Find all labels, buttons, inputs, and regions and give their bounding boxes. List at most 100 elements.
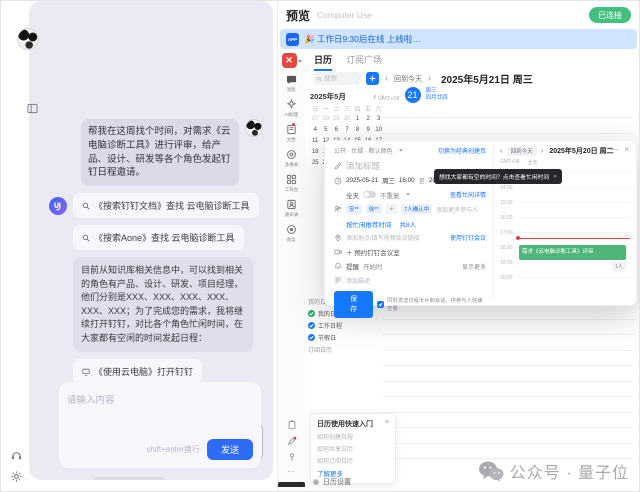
busy-detail-link[interactable]: 查看忙闲详情 <box>450 190 486 199</box>
hour-row[interactable]: 01:00 <box>382 117 635 133</box>
checkbox-checked-icon[interactable] <box>377 301 384 308</box>
sidebar-item-contacts[interactable]: 通讯录 <box>284 199 299 218</box>
add-participant-hint[interactable]: 添加更多参与人 <box>436 205 478 214</box>
clock-icon <box>334 177 342 185</box>
panel-next-day[interactable]: › <box>541 147 544 155</box>
panel-prev-day[interactable]: ‹ <box>500 147 503 155</box>
switch-classic-link[interactable]: 切换为经典创建页 <box>438 146 486 155</box>
sidebar-item-meeting[interactable]: 会议 <box>286 224 297 243</box>
calendar-list-item[interactable]: 工作日程 <box>308 321 378 330</box>
sidebar-item-ai-assistant[interactable]: AI助理 <box>284 99 299 118</box>
calendar-search[interactable] <box>314 72 360 85</box>
chevron-down-icon[interactable] <box>298 60 302 63</box>
today-button[interactable]: 回到今天 <box>394 74 422 84</box>
new-event-button[interactable] <box>366 72 379 85</box>
book-meeting-room[interactable]: ＋ 预约钉钉会议室 <box>346 247 400 257</box>
event-start-time[interactable]: 16:00 <box>399 177 415 184</box>
mini-cal-day[interactable]: 11 <box>310 137 321 146</box>
hour-row[interactable]: 22:00 <box>382 443 635 459</box>
chat-input[interactable] <box>67 395 253 406</box>
close-icon[interactable]: × <box>553 174 556 180</box>
allday-toggle[interactable] <box>363 191 376 198</box>
busy-recommend-link[interactable]: 按忙闲推荐时间 <box>346 219 392 229</box>
event-visibility[interactable]: 公开 · 忙碌 · 默认颜色 <box>334 146 393 155</box>
quickstart-item[interactable]: 如何共享日历 <box>317 444 389 453</box>
mini-cal-day[interactable]: 25 <box>310 159 321 168</box>
action-search-aone[interactable]: 《搜索Aone》查找 云电脑诊断工具 <box>73 225 244 250</box>
mini-cal-day[interactable]: 1 <box>352 115 363 124</box>
hour-row[interactable]: 14:00 <box>382 319 635 335</box>
quickstart-item[interactable]: 如何创建日程 <box>317 432 389 441</box>
participant-chip[interactable]: 安** <box>346 204 362 214</box>
save-button[interactable]: 保存 <box>334 291 373 318</box>
repeat-select[interactable]: 不重复 <box>380 190 400 200</box>
calendar-settings[interactable]: 日历设置 <box>312 477 351 487</box>
mini-cal-day[interactable]: 29 <box>331 115 342 124</box>
more-icon[interactable]: ⋯ <box>288 468 296 476</box>
mini-cal-day[interactable]: 2 <box>363 115 374 124</box>
sidebar-item-workbench[interactable]: 工作台 <box>284 174 299 193</box>
mini-cal-day[interactable]: 27 <box>310 115 321 124</box>
panel-hour-row[interactable]: 14:00 <box>518 187 630 202</box>
action-open-dingtalk[interactable]: 《使用云电脑》打开钉钉 <box>73 359 202 384</box>
sidebar-item-docs[interactable]: 文档 <box>286 124 297 143</box>
hour-row[interactable]: 19:00 <box>382 396 635 412</box>
close-icon[interactable]: × <box>385 419 389 429</box>
prev-day-button[interactable]: ‹ <box>385 74 388 83</box>
event-block[interactable]: 需求《云电脑诊断工具》评审 <box>519 245 626 260</box>
panel-today-button[interactable]: 回到今天 <box>507 146 537 156</box>
mini-cal-day[interactable]: 30 <box>342 115 353 124</box>
calendar-list-item[interactable]: 节假日 <box>308 333 378 342</box>
description-input[interactable]: 添加描述 <box>346 276 370 285</box>
location-input[interactable]: 添加地点/填写视频会议链接 <box>346 233 420 242</box>
mini-cal-prev[interactable]: ‹ <box>374 92 377 101</box>
mini-cal-day[interactable]: 18 <box>310 148 321 157</box>
tab-calendar[interactable]: 日历 <box>314 53 332 71</box>
gear-icon[interactable] <box>10 470 23 488</box>
notification-banner[interactable]: APP 🎉 工作日9:30后在线 上线啦… <box>280 29 637 49</box>
hour-row[interactable]: 16:00 <box>382 350 635 366</box>
hour-row[interactable]: 17:00 <box>382 365 635 381</box>
participant-chip[interactable]: 徐** <box>366 204 382 214</box>
panel-hour-row[interactable]: 15:00 <box>518 202 630 217</box>
hour-row[interactable]: 20:00 <box>382 412 635 428</box>
subscribe-calendars-label[interactable]: 订阅日历 <box>308 345 378 354</box>
mini-cal-day[interactable]: 9 <box>363 126 374 135</box>
dingtalk-logo[interactable]: ✕ <box>282 53 297 68</box>
headset-icon[interactable] <box>10 449 23 467</box>
mini-cal-day[interactable]: 7 <box>342 126 353 135</box>
edit-icon[interactable] <box>287 436 297 446</box>
send-button[interactable]: 发送 <box>207 439 253 460</box>
clipboard-icon[interactable] <box>287 420 297 430</box>
mini-cal-day[interactable]: 5 <box>321 126 332 135</box>
app-avatar[interactable] <box>17 28 39 50</box>
hour-row[interactable]: 15:00 <box>382 334 635 350</box>
action-search-docs[interactable]: 《搜索钉钉文档》查找 云电脑诊断工具 <box>73 193 259 218</box>
tab-subscribe-plaza[interactable]: 订阅广场 <box>346 53 382 71</box>
mini-cal-day[interactable]: 6 <box>331 126 342 135</box>
event-start-date[interactable]: 2025-05-21 <box>346 177 378 184</box>
sidebar-item-table[interactable]: 多维表 <box>284 149 299 168</box>
mini-cal-day[interactable]: 4 <box>310 126 321 135</box>
add-participant-chip[interactable]: ＋ <box>386 204 398 214</box>
quickstart-item[interactable]: 如何订阅日历 <box>317 456 389 465</box>
dingtalk-meeting-link[interactable]: 使用钉钉会议 <box>450 233 486 242</box>
show-more-link[interactable]: 显示更多 <box>462 262 486 271</box>
reminder-value[interactable]: 开始时 <box>363 261 383 271</box>
hour-row[interactable]: 18:00 <box>382 381 635 397</box>
event-title-input[interactable]: 添加标题 <box>346 160 380 172</box>
sidebar-toggle-icon[interactable] <box>27 101 38 119</box>
calendar-search-input[interactable] <box>324 75 357 82</box>
panel-hour-row[interactable]: 16:00 <box>518 217 630 232</box>
participant-count-link[interactable]: 共8人 <box>400 219 417 229</box>
participants-status-chip[interactable]: 7人确认中 <box>401 204 432 214</box>
panel-time-grid[interactable]: 13:0014:0015:0016:0017:0018:0019:0020:00… <box>500 172 630 299</box>
hour-row[interactable]: 21:00 <box>382 427 635 443</box>
mini-cal-day[interactable]: 28 <box>321 115 332 124</box>
mini-cal-day[interactable]: 8 <box>352 126 363 135</box>
panel-hour-row[interactable]: 20:00 <box>518 277 630 292</box>
dingtalk-sidebar: ✕ 消息 AI助理 文档 多维表 <box>278 51 305 491</box>
plugin-icon[interactable] <box>287 452 297 462</box>
next-day-button[interactable]: › <box>428 74 431 83</box>
sidebar-item-messages[interactable]: 消息 <box>286 74 297 93</box>
